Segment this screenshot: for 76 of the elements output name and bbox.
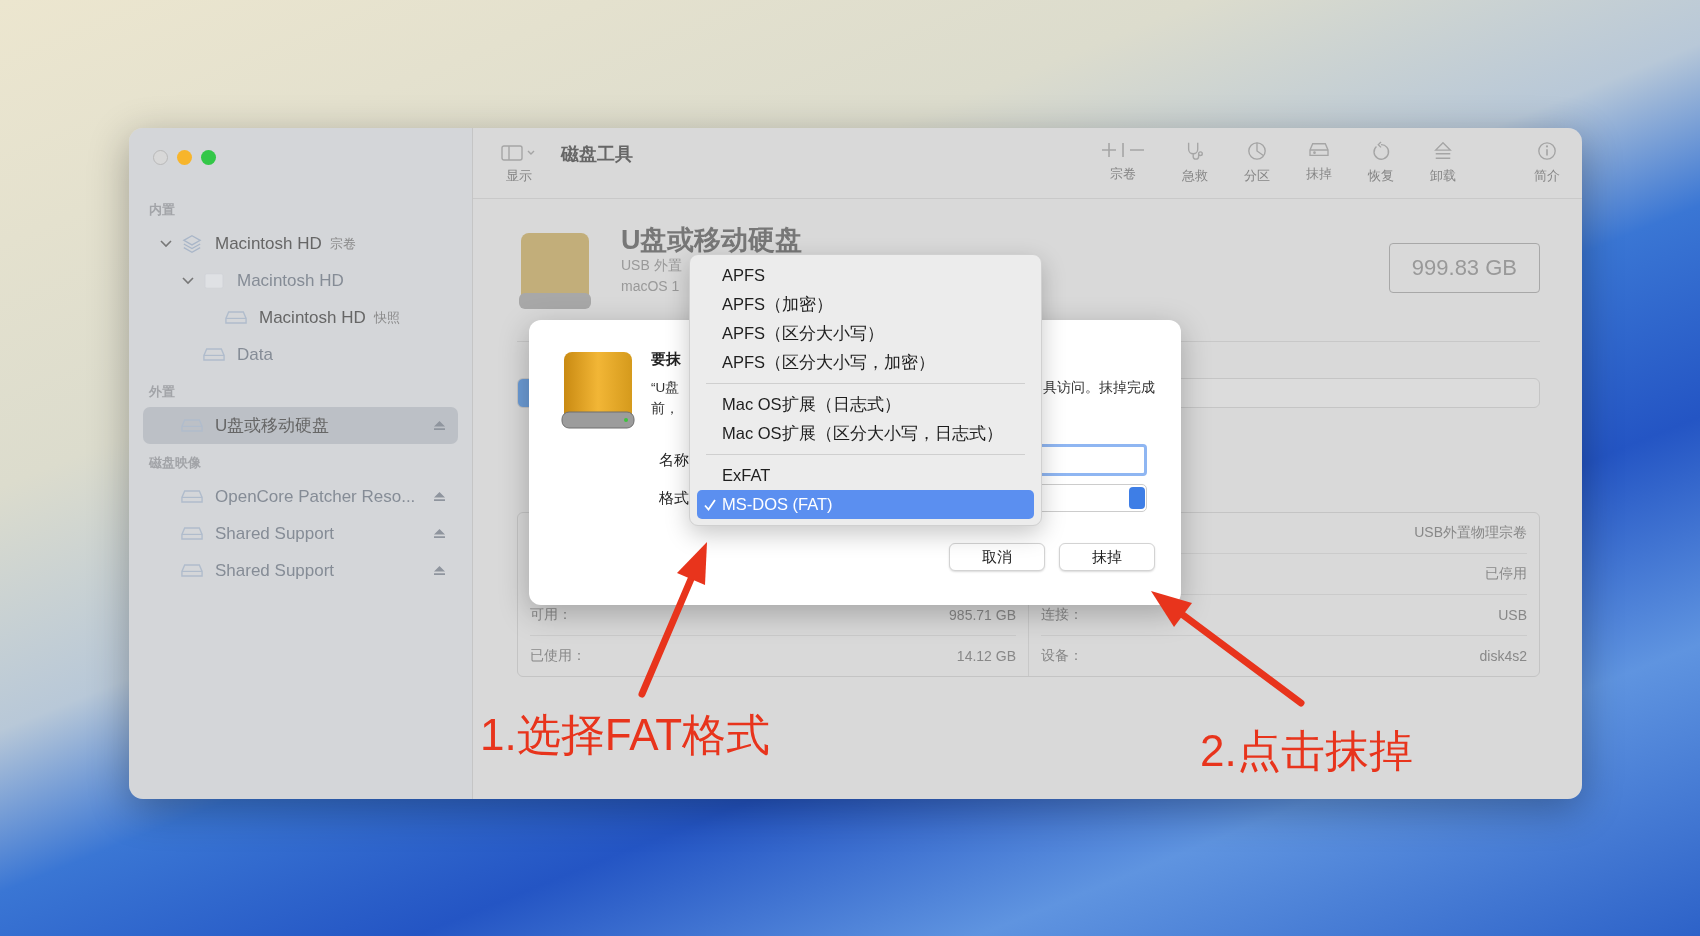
info-label: 设备：: [1041, 647, 1083, 665]
info-value: USB: [1498, 607, 1527, 623]
menu-item[interactable]: APFS（区分大小写）: [697, 319, 1034, 348]
eject-icon[interactable]: [433, 491, 446, 502]
item-label: OpenCore Patcher Reso...: [215, 486, 416, 507]
info-value: 14.12 GB: [956, 648, 1016, 664]
window-title: 磁盘工具: [561, 143, 633, 166]
plus-minus-icon[interactable]: [1100, 141, 1146, 159]
toolbar-label: 分区: [1244, 167, 1270, 185]
drive-icon: [181, 526, 203, 541]
info-value: disk4s2: [1479, 648, 1527, 664]
annotation-text: 1.选择FAT格式: [480, 709, 771, 761]
item-label: Macintosh HD: [259, 307, 366, 328]
sidebar-toggle-icon[interactable]: [501, 145, 537, 161]
eject-icon[interactable]: [1433, 141, 1453, 161]
toolbar-label: 简介: [1534, 167, 1560, 185]
zoom-button[interactable]: [201, 150, 216, 165]
external-drive-icon: [560, 350, 636, 430]
dialog-message: 具访问。抹掉完成: [1043, 379, 1155, 397]
menu-item[interactable]: APFS（加密）: [697, 290, 1034, 319]
minimize-button[interactable]: [177, 150, 192, 165]
disk-title: U盘或移动硬盘: [621, 225, 803, 255]
annotation-text: 2.点击抹掉: [1200, 725, 1413, 777]
pie-chart-icon[interactable]: [1247, 141, 1267, 161]
external-drive-icon: [517, 231, 593, 311]
toolbar-label: 宗卷: [1110, 165, 1136, 183]
dialog-button[interactable]: 取消: [949, 543, 1045, 571]
drive-icon: [203, 347, 225, 362]
toolbar-label: 急救: [1182, 167, 1208, 185]
info-value: 已停用: [1485, 565, 1527, 583]
sidebar-item[interactable]: Macintosh HD 快照: [143, 299, 458, 336]
toolbar-label: 卸载: [1430, 167, 1456, 185]
info-label: 已使用：: [530, 647, 586, 665]
menu-item[interactable]: APFS: [697, 261, 1034, 290]
dialog-button[interactable]: 抹掉: [1059, 543, 1155, 571]
info-icon[interactable]: [1537, 141, 1557, 161]
dialog-title: 要抹: [651, 350, 681, 369]
layers-icon: [181, 233, 203, 254]
item-label: Macintosh HD: [237, 270, 344, 291]
eject-icon[interactable]: [433, 565, 446, 576]
info-value: 985.71 GB: [949, 607, 1016, 623]
item-label: Macintosh HD: [215, 233, 322, 254]
drive-icon: [181, 489, 203, 504]
toolbar-label: 恢复: [1368, 167, 1394, 185]
menu-item[interactable]: Mac OS扩展（区分大小写，日志式）: [697, 419, 1034, 448]
toolbar-label: 显示: [506, 167, 532, 185]
item-tag: 快照: [373, 308, 400, 327]
item-tag: 宗卷: [329, 234, 356, 253]
eject-icon[interactable]: [433, 528, 446, 539]
info-value: USB外置物理宗卷: [1414, 524, 1527, 542]
chevron-icon[interactable]: [160, 239, 172, 248]
item-label: Shared Support: [215, 523, 335, 544]
drive-icon: [181, 563, 203, 578]
sidebar-item[interactable]: Macintosh HD 宗卷: [143, 225, 458, 262]
chevron-icon[interactable]: [182, 276, 194, 285]
field-label: 格式: [659, 488, 690, 508]
menu-item[interactable]: Mac OS扩展（日志式）: [697, 390, 1034, 419]
item-label: Shared Support: [215, 560, 335, 581]
menu-item[interactable]: APFS（区分大小写，加密）: [697, 348, 1034, 377]
menu-item[interactable]: ExFAT: [697, 461, 1034, 490]
capacity-badge: 999.83 GB: [1388, 243, 1540, 293]
info-label: 可用：: [530, 606, 572, 624]
dialog-message: “U盘: [651, 379, 680, 397]
toolbar-label: 抹掉: [1306, 165, 1332, 183]
disk-detail: macOS 1: [621, 277, 680, 296]
eject-icon[interactable]: [433, 420, 446, 431]
item-label: U盘或移动硬盘: [215, 415, 330, 437]
restore-arrow-icon[interactable]: [1371, 141, 1391, 161]
field-label: 名称: [659, 450, 690, 470]
drive-icon: [225, 310, 247, 325]
dialog-message: 前，: [651, 400, 679, 418]
info-label: 连接：: [1041, 606, 1083, 624]
close-button[interactable]: [153, 150, 168, 165]
checkmark-icon: [703, 498, 717, 512]
disk-subtitle: USB 外置: [621, 256, 682, 275]
item-label: Data: [237, 344, 273, 365]
